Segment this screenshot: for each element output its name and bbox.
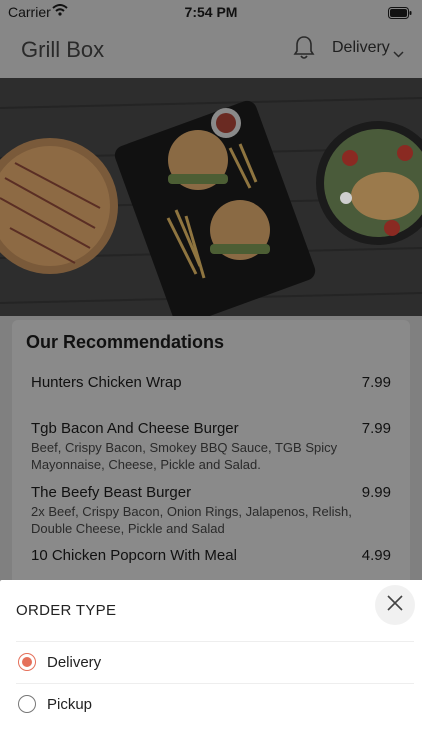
status-bar: Carrier 7:54 PM <box>0 0 422 24</box>
item-price: 9.99 <box>361 484 391 501</box>
chevron-down-icon[interactable] <box>393 45 404 63</box>
item-description: Beef, Crispy Bacon, Smokey BBQ Sauce, TG… <box>31 440 338 472</box>
menu-item[interactable]: Hunters Chicken Wrap 7.99 <box>31 374 391 391</box>
option-label: Delivery <box>47 653 102 671</box>
divider <box>16 683 414 684</box>
restaurant-title: Grill Box <box>21 37 105 62</box>
item-name: Hunters Chicken Wrap <box>31 374 182 391</box>
close-button[interactable] <box>375 585 415 625</box>
radio-selected-icon[interactable] <box>18 653 36 671</box>
menu-item[interactable]: Tgb Bacon And Cheese Burger 7.99 Beef, C… <box>31 420 391 473</box>
item-price: 4.99 <box>361 547 391 564</box>
order-option-pickup[interactable]: Pickup <box>18 690 398 718</box>
item-name: The Beefy Beast Burger <box>31 484 192 501</box>
order-type-sheet: ORDER TYPE Delivery Pickup <box>0 580 422 750</box>
item-name: 10 Chicken Popcorn With Meal <box>31 547 237 564</box>
item-price: 7.99 <box>361 374 391 391</box>
section-title: Our Recommendations <box>26 332 225 352</box>
item-price: 7.99 <box>361 420 391 437</box>
divider <box>16 641 414 642</box>
food-banner-image <box>0 78 422 316</box>
sheet-title: ORDER TYPE <box>16 602 117 619</box>
radio-unselected-icon[interactable] <box>18 695 36 713</box>
recommendations-card: Our Recommendations Hunters Chicken Wrap… <box>12 320 410 590</box>
menu-item[interactable]: The Beefy Beast Burger 9.99 2x Beef, Cri… <box>31 484 391 537</box>
order-option-delivery[interactable]: Delivery <box>18 648 398 676</box>
item-name: Tgb Bacon And Cheese Burger <box>31 420 239 437</box>
option-label: Pickup <box>47 695 93 713</box>
battery-icon <box>388 6 412 22</box>
menu-item[interactable]: 10 Chicken Popcorn With Meal 4.99 <box>31 547 391 564</box>
app-header: Grill Box Delivery <box>0 24 422 78</box>
bell-icon[interactable] <box>292 35 316 66</box>
item-description: 2x Beef, Crispy Bacon, Onion Rings, Jala… <box>31 504 352 536</box>
close-icon <box>387 594 403 616</box>
order-mode-dropdown[interactable]: Delivery <box>332 39 390 57</box>
clock: 7:54 PM <box>184 4 238 20</box>
